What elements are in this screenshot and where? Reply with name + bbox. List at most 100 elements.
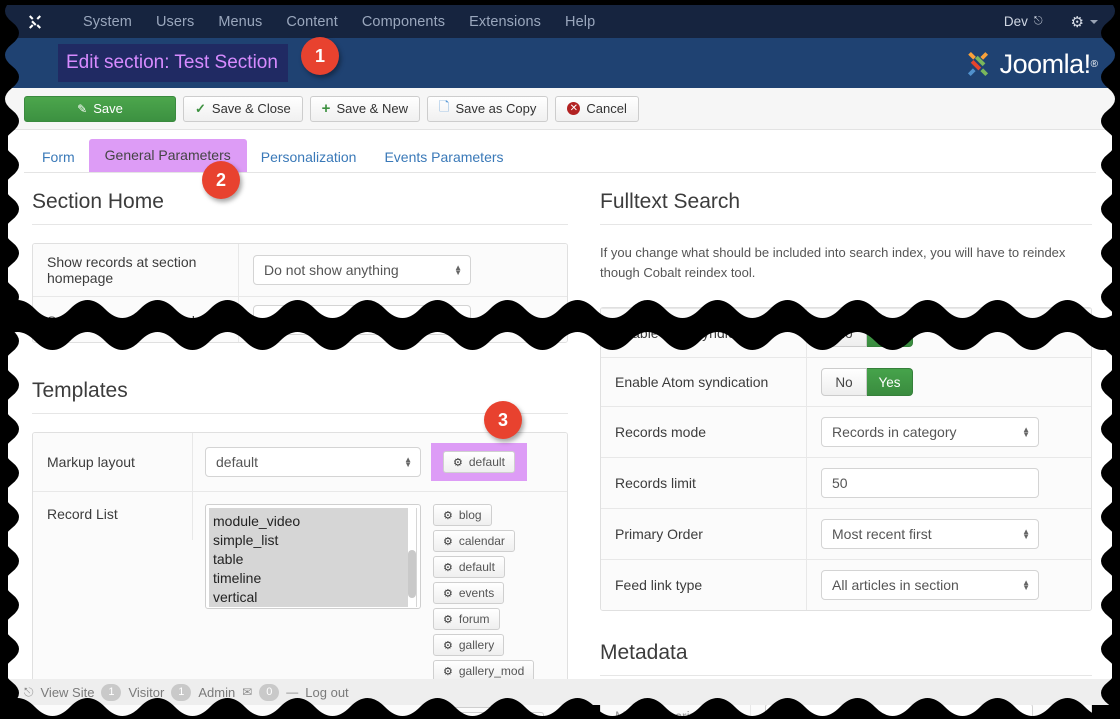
- list-item[interactable]: table: [213, 550, 417, 569]
- template-chip-blog[interactable]: ⚙ blog: [433, 504, 492, 526]
- section-home-divider: [32, 224, 568, 225]
- pencil-icon: ✎: [77, 101, 88, 116]
- enable-atom-no[interactable]: No: [821, 368, 867, 397]
- markup-layout-highlight: ⚙ default: [431, 443, 527, 481]
- gear-icon[interactable]: ⚙: [1071, 13, 1084, 31]
- fulltext-search-heading: Fulltext Search: [600, 190, 741, 213]
- select-arrows-icon: ▲▼: [1022, 578, 1030, 593]
- markup-layout-chip[interactable]: ⚙ default: [443, 451, 515, 473]
- menu-item-menus[interactable]: Menus: [206, 14, 274, 30]
- save-button[interactable]: ✎ Save: [24, 95, 176, 122]
- records-mode-label: Records mode: [601, 407, 807, 458]
- table-row: Enable Atom syndication No Yes: [601, 357, 1091, 407]
- menu-item-system[interactable]: System: [71, 14, 144, 30]
- select-arrows-icon: ▲▼: [454, 263, 462, 277]
- editor-toolbar: ✎ Save ✓ Save & Close + Save & New 🗋 Sav…: [0, 88, 1120, 130]
- envelope-icon[interactable]: ✉: [242, 685, 252, 699]
- select-arrows-icon: ▲▼: [1022, 527, 1030, 542]
- list-item[interactable]: vertical: [213, 588, 417, 607]
- list-item[interactable]: timeline: [213, 569, 417, 588]
- enable-atom-control: No Yes: [807, 358, 1091, 406]
- minus-icon: —: [286, 685, 299, 699]
- chip-label: calendar: [458, 534, 505, 548]
- torn-edge-band: [0, 299, 1120, 352]
- joomla-logo-icon[interactable]: [25, 12, 45, 32]
- gear-icon: ⚙: [443, 587, 453, 600]
- gear-icon: ⚙: [443, 535, 453, 548]
- cancel-button[interactable]: ✕ Cancel: [555, 95, 639, 122]
- records-limit-label: Records limit: [601, 458, 807, 509]
- menu-item-help[interactable]: Help: [553, 14, 607, 30]
- primary-order-value: Most recent first: [832, 526, 932, 543]
- show-records-select[interactable]: Do not show anything ▲ ▼: [253, 255, 471, 285]
- metadata-divider: [600, 675, 1092, 677]
- cancel-label: Cancel: [586, 101, 627, 116]
- menu-item-users[interactable]: Users: [144, 14, 206, 30]
- tab-events-parameters[interactable]: Events Parameters: [370, 142, 517, 172]
- save-as-copy-button[interactable]: 🗋 Save as Copy: [426, 95, 549, 122]
- template-chip-default[interactable]: ⚙ default: [433, 556, 505, 578]
- screenshot-page: System Users Menus Content Components Ex…: [0, 0, 1120, 719]
- gear-icon: ⚙: [443, 613, 453, 626]
- chip-label: default: [458, 560, 495, 574]
- chevron-down-icon[interactable]: [1090, 19, 1098, 24]
- tab-form[interactable]: Form: [28, 142, 89, 172]
- user-menu-label[interactable]: Dev: [1004, 14, 1028, 29]
- section-home-heading: Section Home: [32, 190, 164, 213]
- menu-item-extensions[interactable]: Extensions: [457, 14, 553, 30]
- record-list-label: Record List: [33, 492, 193, 540]
- metadata-heading: Metadata: [600, 641, 688, 665]
- markup-layout-label: Markup layout: [33, 433, 193, 491]
- save-and-new-button[interactable]: + Save & New: [309, 95, 420, 122]
- markup-layout-control: default ▲ ▼ ⚙ default: [193, 433, 567, 491]
- table-row: Feed link type All articles in section ▲…: [601, 559, 1091, 611]
- gear-icon: ⚙: [443, 665, 453, 678]
- content-canvas: Form General Parameters Personalization …: [8, 130, 1112, 719]
- save-and-close-button[interactable]: ✓ Save & Close: [183, 95, 303, 122]
- tab-personalization[interactable]: Personalization: [247, 142, 371, 172]
- records-limit-input[interactable]: 50: [821, 468, 1039, 499]
- step-badge-3: 3: [484, 401, 522, 439]
- template-chip-gallery[interactable]: ⚙ gallery: [433, 634, 505, 656]
- primary-order-select[interactable]: Most recent first ▲ ▼: [821, 519, 1039, 550]
- show-records-label: Show records at section homepage: [33, 244, 239, 296]
- records-mode-value: Records in category: [832, 424, 957, 441]
- enable-atom-yes[interactable]: Yes: [867, 368, 913, 397]
- scrollbar-thumb[interactable]: [408, 550, 416, 598]
- check-icon: ✓: [195, 100, 206, 116]
- table-row: Records mode Records in category ▲ ▼: [601, 406, 1091, 458]
- close-icon: ✕: [567, 102, 581, 115]
- feed-settings-table: Enable RSS syndication No Yes Enable Ato…: [600, 307, 1092, 612]
- view-site-link[interactable]: View Site: [41, 685, 95, 700]
- meta-description-input[interactable]: [765, 703, 1033, 719]
- admin-topbar: System Users Menus Content Components Ex…: [0, 5, 1120, 38]
- list-item[interactable]: module_video: [213, 512, 417, 531]
- enable-atom-toggle[interactable]: No Yes: [821, 368, 913, 397]
- copy-icon: 🗋: [438, 98, 450, 114]
- template-chip-calendar[interactable]: ⚙ calendar: [433, 530, 515, 552]
- select-arrows-icon: ▲▼: [404, 455, 412, 469]
- menu-item-components[interactable]: Components: [350, 14, 457, 30]
- list-item[interactable]: simple_list: [213, 531, 417, 550]
- enable-atom-label: Enable Atom syndication: [601, 358, 807, 407]
- external-link-icon: ⎋: [1033, 15, 1043, 27]
- menu-item-content[interactable]: Content: [274, 14, 350, 30]
- visitor-label: Visitor: [128, 684, 165, 700]
- records-mode-select[interactable]: Records in category ▲ ▼: [821, 417, 1039, 448]
- template-chip-events[interactable]: ⚙ events: [433, 582, 505, 604]
- record-list-scrollbar[interactable]: [408, 508, 416, 607]
- template-chip-module-video[interactable]: ⚙ module_video: [433, 712, 544, 719]
- markup-layout-select[interactable]: default ▲ ▼: [205, 447, 421, 477]
- chip-label: events: [458, 586, 495, 600]
- feed-link-type-select[interactable]: All articles in section ▲ ▼: [821, 570, 1039, 601]
- show-records-control: Do not show anything ▲ ▼: [239, 244, 567, 296]
- table-row: Markup layout default ▲ ▼ ⚙ default: [33, 433, 567, 491]
- record-list-options: module_video simple_list table timeline …: [209, 508, 417, 607]
- save-and-new-label: Save & New: [336, 101, 408, 116]
- record-list-select[interactable]: module_video simple_list table timeline …: [205, 504, 421, 609]
- message-count-badge: 0: [259, 683, 280, 701]
- left-column: Section Home Show records at section hom…: [24, 186, 576, 719]
- log-out-link[interactable]: Log out: [305, 685, 348, 700]
- save-button-label: Save: [93, 101, 123, 116]
- template-chip-forum[interactable]: ⚙ forum: [433, 608, 500, 630]
